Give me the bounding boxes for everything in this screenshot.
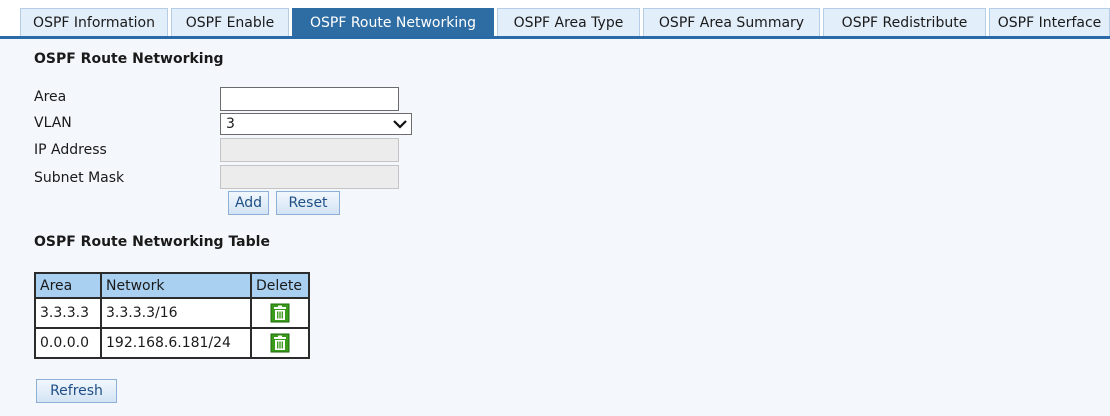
refresh-button[interactable]: Refresh [36,379,117,403]
area-input[interactable] [220,87,399,111]
area-label: Area [34,89,67,105]
ip-address-label: IP Address [34,142,107,158]
chevron-down-icon [393,120,407,129]
tab-bar: OSPF Information OSPF Enable OSPF Route … [0,0,1110,39]
tab-ospf-area-type[interactable]: OSPF Area Type [497,8,640,36]
table-title: OSPF Route Networking Table [34,234,270,250]
tab-ospf-information[interactable]: OSPF Information [20,8,168,36]
reset-button[interactable]: Reset [276,191,340,215]
subnet-mask-input[interactable] [220,165,399,189]
delete-cell [250,327,310,359]
row-network: 3.3.3.3/16 [100,297,252,329]
table-row: 3.3.3.3 3.3.3.3/16 [34,297,310,329]
tab-ospf-redistribute[interactable]: OSPF Redistribute [823,8,986,36]
header-network: Network [100,272,252,299]
row-network: 192.168.6.181/24 [100,327,252,359]
delete-cell [250,297,310,329]
tab-ospf-route-networking[interactable]: OSPF Route Networking [292,8,494,36]
vlan-selected-value: 3 [226,116,235,132]
content-panel: OSPF Route Networking Area VLAN 3 IP Add… [0,39,1110,416]
trash-icon[interactable] [270,333,290,353]
trash-icon[interactable] [270,303,290,323]
tab-ospf-area-summary[interactable]: OSPF Area Summary [643,8,820,36]
vlan-select[interactable]: 3 [220,113,412,135]
form-title: OSPF Route Networking [34,51,224,67]
header-delete: Delete [250,272,310,299]
route-networking-table: Area Network Delete 3.3.3.3 3.3.3.3/16 0… [34,272,310,359]
row-area: 3.3.3.3 [34,297,102,329]
table-row: 0.0.0.0 192.168.6.181/24 [34,327,310,359]
row-area: 0.0.0.0 [34,327,102,359]
vlan-label: VLAN [34,115,72,131]
header-area: Area [34,272,102,299]
add-button[interactable]: Add [228,191,269,215]
subnet-mask-label: Subnet Mask [34,170,125,186]
table-header-row: Area Network Delete [34,272,310,299]
tab-ospf-enable[interactable]: OSPF Enable [171,8,289,36]
ip-address-input[interactable] [220,138,399,162]
tab-ospf-interface[interactable]: OSPF Interface [989,8,1110,36]
